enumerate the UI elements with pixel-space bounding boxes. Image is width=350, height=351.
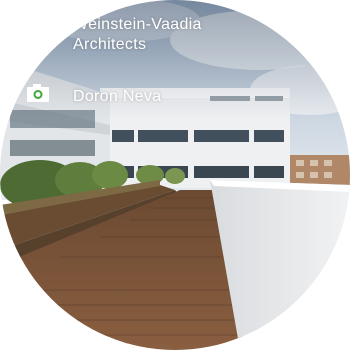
architect-line-1: Weinstein-Vaadia bbox=[73, 16, 202, 33]
camera-icon bbox=[27, 84, 53, 110]
architect-name[interactable]: Weinstein-Vaadia Architects bbox=[73, 15, 202, 55]
project-image-card[interactable]: Weinstein-Vaadia Architects Doron Neva bbox=[0, 0, 350, 350]
architect-line-2: Architects bbox=[73, 36, 147, 53]
pencil-icon bbox=[34, 18, 60, 48]
photographer-name[interactable]: Doron Neva bbox=[73, 87, 161, 107]
